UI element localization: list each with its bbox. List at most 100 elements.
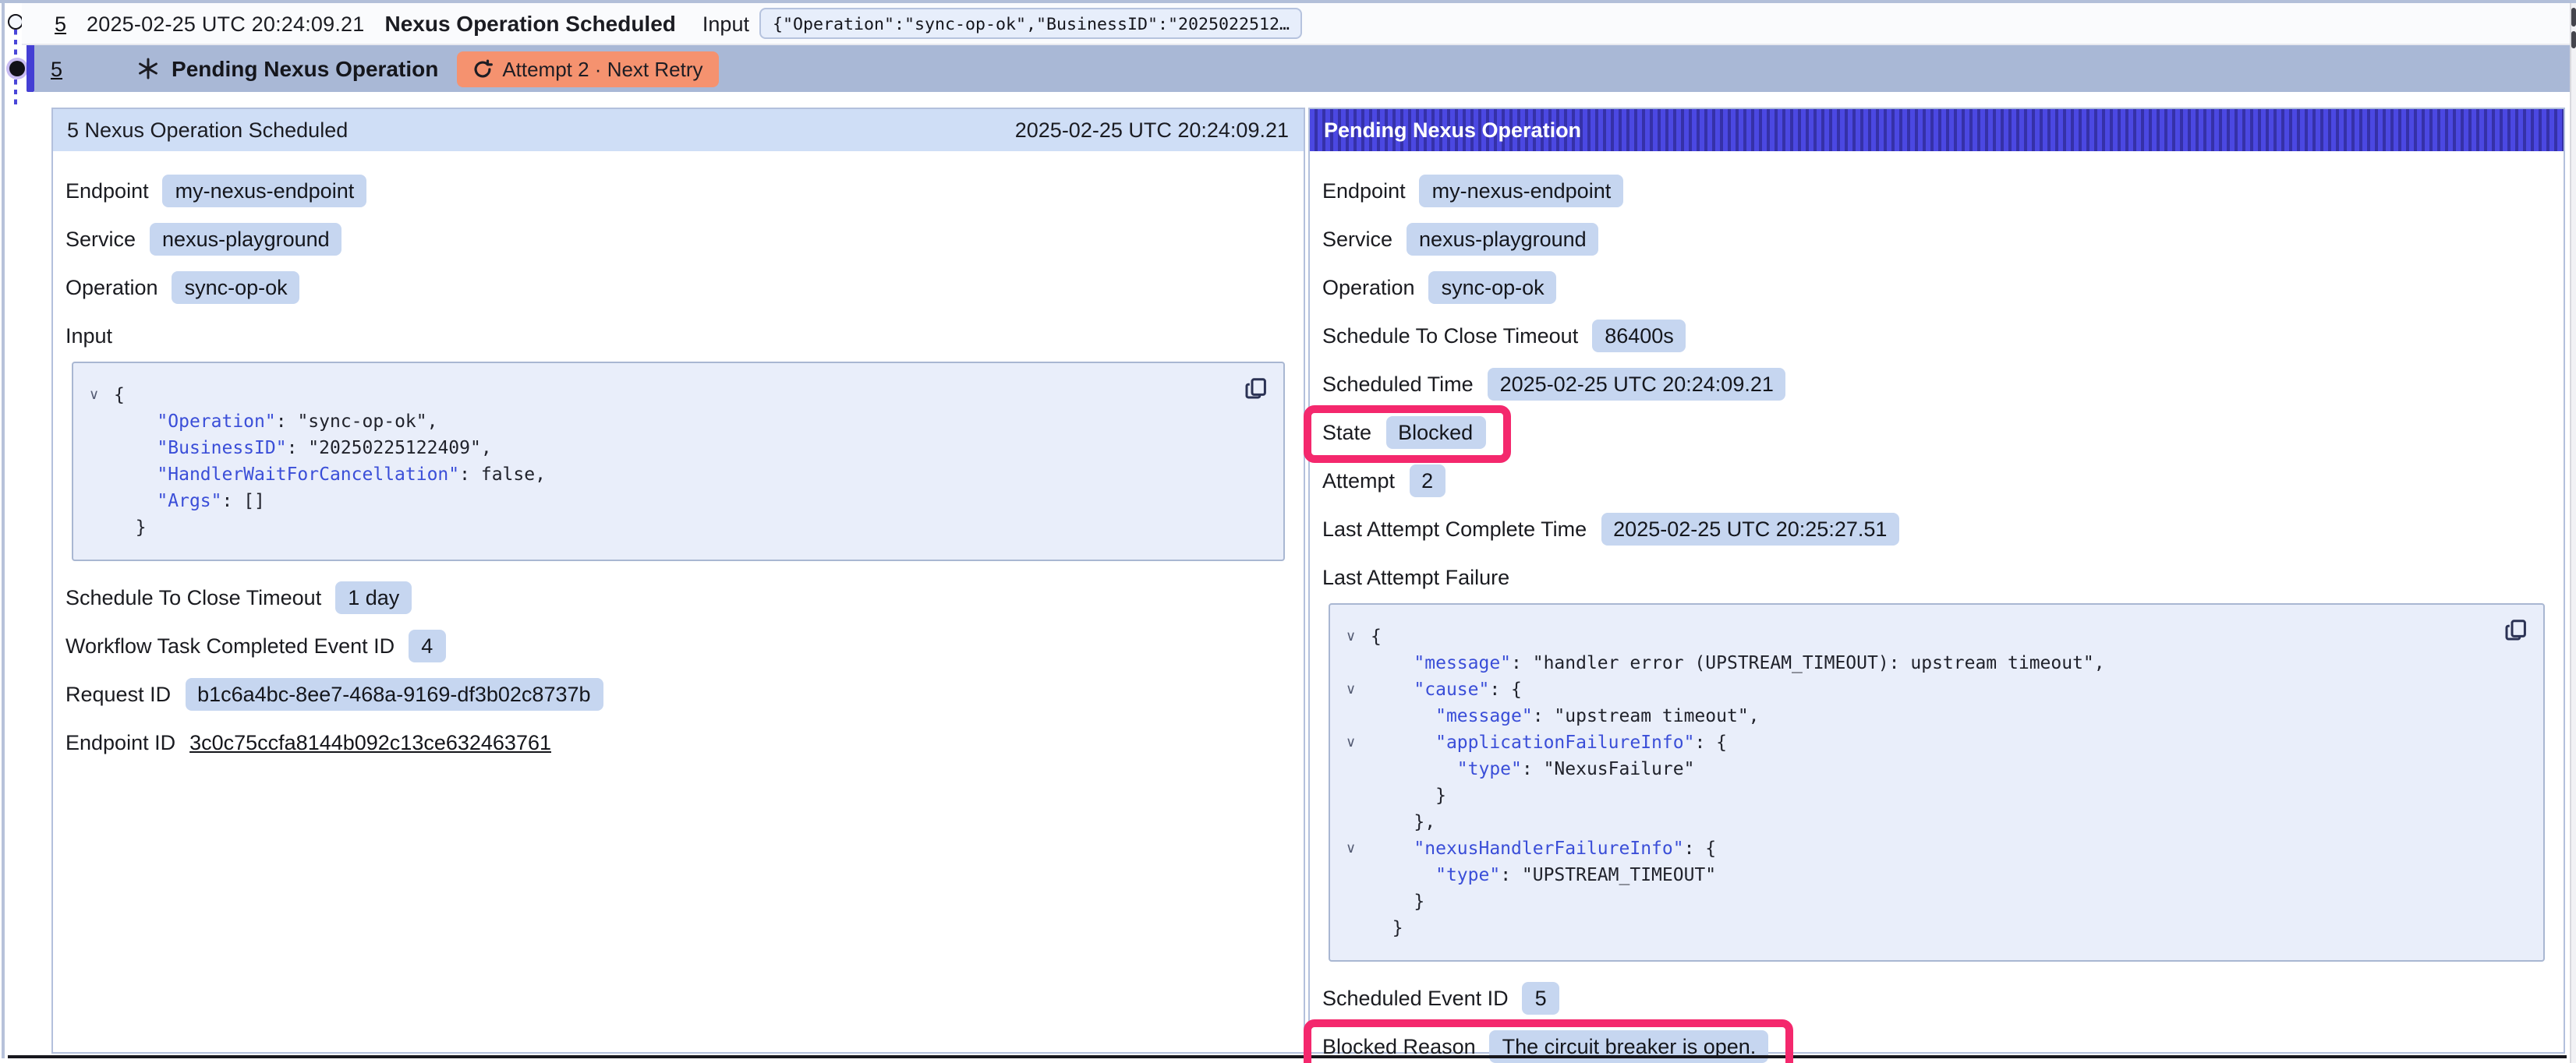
group-bottom-divider bbox=[8, 1054, 2567, 1058]
code-line: ∨ "cause": { bbox=[1343, 676, 2521, 703]
field-label: State bbox=[1322, 420, 1371, 443]
field-value-link[interactable]: 3c0c75ccfa8144b092c13ce632463761 bbox=[189, 730, 551, 754]
field-row-scheduled-event-id: Scheduled Event ID 5 bbox=[1322, 980, 2550, 1015]
json-text bbox=[114, 463, 157, 485]
field-row-scheduled-time: Scheduled Time2025-02-25 UTC 20:24:09.21 bbox=[1322, 366, 2550, 401]
scheduled-panel-title: 5 Nexus Operation Scheduled bbox=[67, 118, 348, 142]
field-row-schedule-to-close-timeout: Schedule To Close Timeout1 day bbox=[65, 580, 1290, 614]
json-text: : [] bbox=[222, 489, 265, 511]
json-text: } bbox=[1371, 890, 1424, 912]
field-row-endpoint: Endpointmy-nexus-endpoint bbox=[65, 173, 1290, 207]
event-input-preview-chip[interactable]: {"Operation":"sync-op-ok","BusinessID":"… bbox=[760, 8, 1302, 39]
json-text bbox=[1371, 678, 1414, 700]
field-value-chip: nexus-playground bbox=[150, 222, 342, 255]
pending-asterisk-icon bbox=[137, 58, 159, 79]
field-value-chip: Blocked bbox=[1385, 415, 1485, 448]
pending-panel-title: Pending Nexus Operation bbox=[1324, 118, 1581, 142]
scrollbar-track[interactable] bbox=[2569, 3, 2576, 1063]
json-text: : "upstream timeout", bbox=[1533, 705, 1760, 726]
event-input-label: Input bbox=[702, 12, 749, 35]
json-key: "type" bbox=[1435, 863, 1500, 885]
field-value-chip: b1c6a4bc-8ee7-468a-9169-df3b02c8737b bbox=[185, 677, 603, 710]
field-value-chip: sync-op-ok bbox=[172, 270, 300, 303]
field-row-last-attempt-complete-time: Last Attempt Complete Time2025-02-25 UTC… bbox=[1322, 511, 2550, 546]
code-line: "type": "NexusFailure" bbox=[1343, 756, 2521, 782]
event-row-scheduled[interactable]: 5 2025-02-25 UTC 20:24:09.21 Nexus Opera… bbox=[22, 3, 2571, 45]
scheduled-panel-timestamp: 2025-02-25 UTC 20:24:09.21 bbox=[1015, 118, 1289, 142]
code-line: }, bbox=[1343, 809, 2521, 835]
field-row-operation: Operation sync-op-ok bbox=[65, 270, 1290, 304]
code-line: } bbox=[86, 514, 1261, 541]
collapse-chevron-icon[interactable]: ∨ bbox=[1346, 731, 1356, 758]
field-label: Service bbox=[1322, 227, 1392, 250]
json-text: : "UPSTREAM_TIMEOUT" bbox=[1500, 863, 1716, 885]
field-row-service: Service nexus-playground bbox=[65, 221, 1290, 256]
collapse-chevron-icon[interactable]: ∨ bbox=[1346, 625, 1356, 652]
field-value-chip: 86400s bbox=[1592, 319, 1686, 351]
json-key: "BusinessID" bbox=[157, 436, 286, 458]
field-label: Schedule To Close Timeout bbox=[65, 585, 321, 609]
retry-badge-label: Attempt 2 · Next Retry bbox=[502, 57, 702, 80]
json-text bbox=[114, 410, 157, 432]
code-line: "Operation": "sync-op-ok", bbox=[86, 408, 1261, 435]
field-value-chip: 2025-02-25 UTC 20:25:27.51 bbox=[1601, 512, 1899, 545]
code-line: } bbox=[1343, 888, 2521, 915]
pending-operation-title: Pending Nexus Operation bbox=[172, 56, 438, 81]
field-label: Operation bbox=[1322, 275, 1415, 298]
timeline-selected-dot-icon[interactable] bbox=[9, 61, 24, 76]
field-value-chip: 2 bbox=[1409, 464, 1445, 496]
left-divider bbox=[2, 3, 5, 1058]
timeline-event-dot-icon[interactable] bbox=[8, 13, 23, 29]
json-text bbox=[1371, 731, 1435, 753]
json-text: : "sync-op-ok", bbox=[276, 410, 438, 432]
collapse-chevron-icon[interactable]: ∨ bbox=[1346, 678, 1356, 705]
code-line: } bbox=[1343, 915, 2521, 941]
json-text: : "NexusFailure" bbox=[1522, 758, 1695, 779]
json-text bbox=[1371, 758, 1457, 779]
event-id-link[interactable]: 5 bbox=[51, 57, 62, 80]
code-line: ∨ "nexusHandlerFailureInfo": { bbox=[1343, 835, 2521, 862]
retry-icon bbox=[472, 58, 493, 79]
field-label: Operation bbox=[65, 275, 158, 298]
field-label: Request ID bbox=[65, 682, 171, 705]
scrollbar-thumb[interactable] bbox=[2571, 8, 2575, 26]
copy-icon[interactable] bbox=[2503, 619, 2527, 642]
code-line: "message": "upstream timeout", bbox=[1343, 703, 2521, 729]
scheduled-panel-header: 5 Nexus Operation Scheduled 2025-02-25 U… bbox=[53, 109, 1303, 151]
json-text bbox=[114, 489, 157, 511]
json-key: "Args" bbox=[157, 489, 221, 511]
scheduled-panel-body: Endpointmy-nexus-endpoint Service nexus-pl… bbox=[53, 151, 1303, 759]
copy-icon[interactable] bbox=[1244, 377, 1267, 401]
event-id-link[interactable]: 5 bbox=[55, 12, 66, 35]
field-value-chip: 5 bbox=[1523, 981, 1559, 1014]
field-label: Scheduled Event ID bbox=[1322, 986, 1509, 1009]
json-key: "type" bbox=[1457, 758, 1522, 779]
scrollbar-thumb[interactable] bbox=[2571, 31, 2575, 48]
pending-panel-body: Endpointmy-nexus-endpointServicenexus-pl… bbox=[1310, 151, 2563, 1063]
json-text: : { bbox=[1489, 678, 1522, 700]
json-text: : false, bbox=[459, 463, 546, 485]
event-row-pending-selected[interactable]: 5 Pending Nexus Operation Attempt 2 · Ne… bbox=[34, 45, 2571, 92]
code-line: "Args": [] bbox=[86, 488, 1261, 514]
field-label: Attempt bbox=[1322, 468, 1395, 492]
json-key: "Operation" bbox=[157, 410, 275, 432]
field-label: Service bbox=[65, 227, 136, 250]
collapse-chevron-icon[interactable]: ∨ bbox=[89, 383, 99, 410]
field-value-chip: 2025-02-25 UTC 20:24:09.21 bbox=[1488, 367, 1786, 400]
json-text: : { bbox=[1684, 837, 1717, 859]
json-text: } bbox=[1371, 916, 1403, 938]
event-detail-panel-scheduled: 5 Nexus Operation Scheduled 2025-02-25 U… bbox=[51, 108, 1304, 1054]
json-key: "applicationFailureInfo" bbox=[1435, 731, 1694, 753]
collapse-chevron-icon[interactable]: ∨ bbox=[1346, 837, 1356, 863]
field-row-input: Input bbox=[65, 318, 1290, 352]
event-timestamp: 2025-02-25 UTC 20:24:09.21 bbox=[87, 12, 364, 35]
field-row-operation: Operationsync-op-ok bbox=[1322, 270, 2550, 304]
field-row-workflow-task-completed-event-id: Workflow Task Completed Event ID4 bbox=[65, 628, 1290, 662]
code-line: "message": "handler error (UPSTREAM_TIME… bbox=[1343, 650, 2521, 676]
field-row-endpoint: Endpointmy-nexus-endpoint bbox=[1322, 173, 2550, 207]
field-row-attempt: Attempt 2 bbox=[1322, 463, 2550, 497]
json-code-block-input_json: ∨{ "Operation": "sync-op-ok", "BusinessI… bbox=[72, 362, 1284, 561]
field-row-last-attempt-failure: Last Attempt Failure bbox=[1322, 560, 2550, 594]
field-label: Schedule To Close Timeout bbox=[1322, 323, 1578, 347]
event-history-screen: 5 2025-02-25 UTC 20:24:09.21 Nexus Opera… bbox=[0, 0, 2576, 1063]
